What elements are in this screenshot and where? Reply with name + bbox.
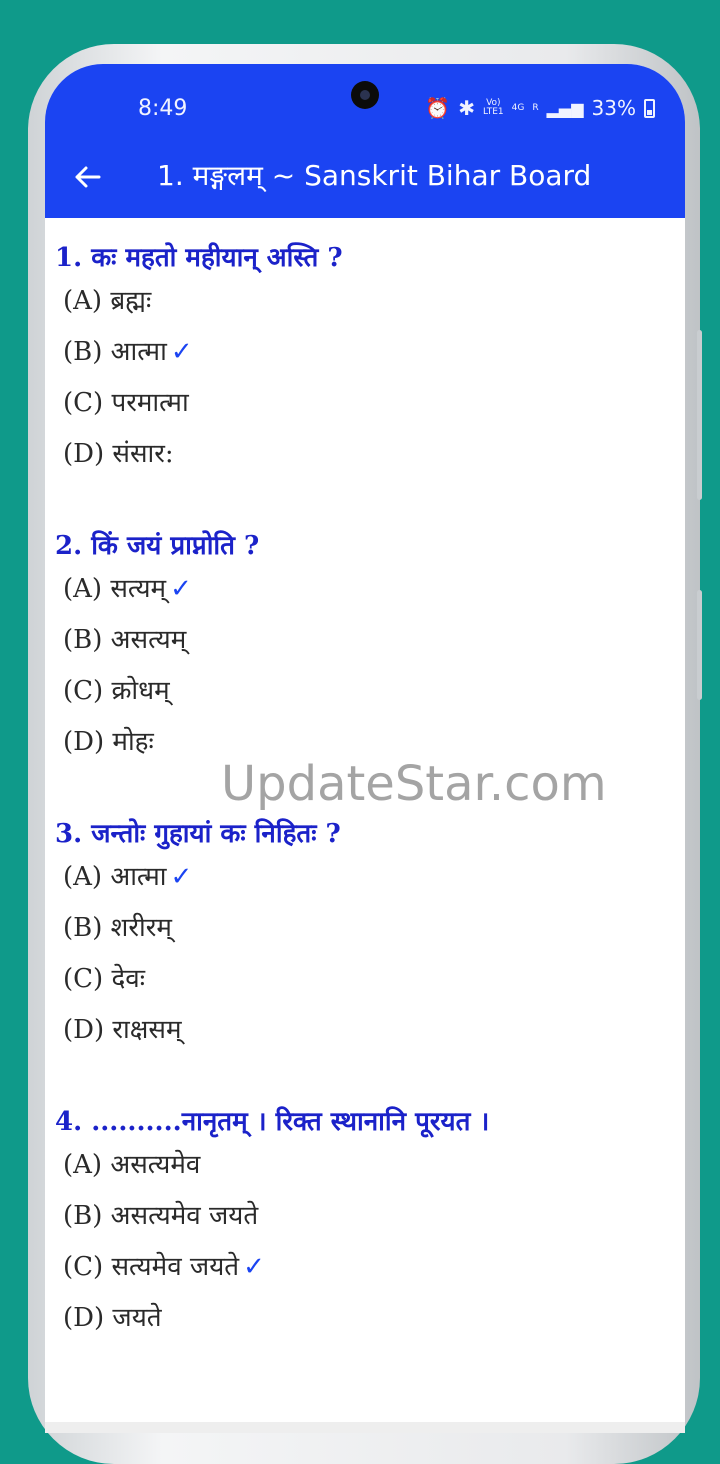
answer-option[interactable]: (D) जयते bbox=[63, 1293, 685, 1344]
volume-button bbox=[697, 330, 702, 500]
answer-option-label: (C) परमात्मा bbox=[63, 388, 189, 418]
answer-option-label: (C) देवः bbox=[63, 964, 145, 994]
answer-option[interactable]: (D) संसार: bbox=[63, 429, 685, 480]
answer-option-label: (D) राक्षसम् bbox=[63, 1015, 182, 1045]
bottom-strip bbox=[45, 1422, 685, 1433]
correct-check-icon: ✓ bbox=[170, 862, 193, 892]
answer-option-label: (B) असत्यम् bbox=[63, 625, 187, 655]
question-block: 4. ..........नानृतम् । रिक्त स्थानानि पू… bbox=[45, 1104, 685, 1344]
answer-option-label: (A) ब्रह्मः bbox=[63, 286, 152, 316]
answer-option[interactable]: (C) क्रोधम् bbox=[63, 666, 685, 717]
answer-option[interactable]: (A) आत्मा ✓ bbox=[63, 852, 685, 903]
status-icons: ⏰ ✱ Vo) LTE1 4G R ▂▄▆ 33% bbox=[425, 96, 655, 120]
answer-option-label: (D) संसार: bbox=[63, 439, 174, 469]
answer-option[interactable]: (B) शरीरम् bbox=[63, 903, 685, 954]
app-bar: 1. मङ्गलम् ~ Sanskrit Bihar Board bbox=[45, 154, 685, 218]
answer-option[interactable]: (C) सत्यमेव जयते ✓ bbox=[63, 1242, 685, 1293]
volte-indicator: Vo) LTE1 bbox=[482, 98, 504, 117]
question-block: 3. जन्तोः गुहायां कः निहितः ? (A) आत्मा ✓(… bbox=[45, 816, 685, 1056]
answer-option-label: (B) शरीरम् bbox=[63, 913, 172, 943]
answer-option[interactable]: (C) देवः bbox=[63, 954, 685, 1005]
page-title: 1. मङ्गलम् ~ Sanskrit Bihar Board bbox=[157, 159, 592, 192]
battery-icon bbox=[644, 98, 655, 118]
question-text: 2. किं जयं प्राप्नोति ? bbox=[55, 531, 260, 561]
answer-option[interactable]: (B) असत्यमेव जयते bbox=[63, 1191, 685, 1242]
power-button bbox=[697, 590, 702, 700]
watermark: UpdateStar.com bbox=[221, 756, 607, 812]
correct-check-icon: ✓ bbox=[170, 337, 193, 367]
answer-option[interactable]: (A) असत्यमेव bbox=[63, 1140, 685, 1191]
app-header: 8:49 ⏰ ✱ Vo) LTE1 4G R ▂▄▆ 33% 1. मङ्गलम… bbox=[45, 64, 685, 218]
net-4g-indicator: 4G bbox=[511, 102, 525, 113]
answer-option-label: (A) असत्यमेव bbox=[63, 1150, 201, 1180]
answer-option-label: (A) सत्यम् bbox=[63, 574, 167, 604]
answer-option-label: (D) मोहः bbox=[63, 727, 154, 757]
answer-option[interactable]: (C) परमात्मा bbox=[63, 378, 685, 429]
roaming-indicator: R bbox=[532, 102, 539, 113]
question-text: 3. जन्तोः गुहायां कः निहितः ? bbox=[55, 819, 341, 849]
correct-check-icon: ✓ bbox=[243, 1252, 265, 1282]
correct-check-icon: ✓ bbox=[170, 574, 192, 604]
front-camera bbox=[351, 81, 379, 109]
battery-percent: 33% bbox=[591, 96, 636, 120]
answer-option-label: (D) जयते bbox=[63, 1303, 162, 1333]
answer-option-label: (C) सत्यमेव जयते bbox=[63, 1252, 240, 1282]
question-text: 4. ..........नानृतम् । रिक्त स्थानानि पू… bbox=[55, 1107, 490, 1137]
answer-option[interactable]: (D) राक्षसम् bbox=[63, 1005, 685, 1056]
question-text: 1. कः महतो महीयान् अस्ति ? bbox=[55, 243, 343, 273]
status-time: 8:49 bbox=[138, 96, 188, 121]
signal-icon: ▂▄▆ bbox=[546, 98, 584, 118]
answer-option-label: (B) आत्मा bbox=[63, 337, 167, 367]
answer-option-label: (C) क्रोधम् bbox=[63, 676, 170, 706]
answer-option-label: (B) असत्यमेव जयते bbox=[63, 1201, 259, 1231]
answer-option-label: (A) आत्मा bbox=[63, 862, 167, 892]
answer-option[interactable]: (A) सत्यम् ✓ bbox=[63, 564, 685, 615]
question-block: 1. कः महतो महीयान् अस्ति ? (A) ब्रह्मः (B)… bbox=[45, 240, 685, 480]
phone-screen: 8:49 ⏰ ✱ Vo) LTE1 4G R ▂▄▆ 33% 1. मङ्गलम… bbox=[45, 64, 685, 1433]
answer-option[interactable]: (A) ब्रह्मः bbox=[63, 276, 685, 327]
alarm-icon: ⏰ bbox=[425, 96, 451, 120]
status-bar: 8:49 ⏰ ✱ Vo) LTE1 4G R ▂▄▆ 33% bbox=[45, 64, 685, 154]
question-block: 2. किं जयं प्राप्नोति ? (A) सत्यम् ✓ (B) अस… bbox=[45, 528, 685, 768]
bluetooth-icon: ✱ bbox=[458, 96, 475, 120]
back-arrow-icon[interactable] bbox=[72, 162, 102, 192]
answer-option[interactable]: (B) आत्मा ✓ bbox=[63, 327, 685, 378]
answer-option[interactable]: (B) असत्यम् bbox=[63, 615, 685, 666]
